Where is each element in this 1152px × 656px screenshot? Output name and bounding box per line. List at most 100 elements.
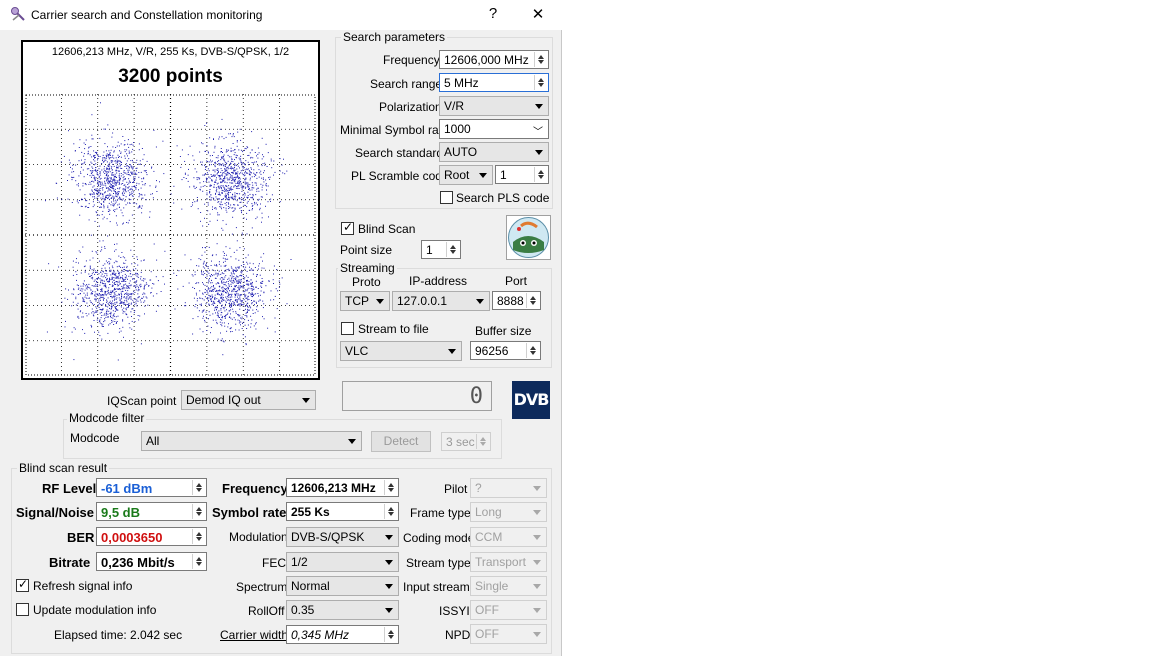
coding-mode-label: Coding mode bbox=[403, 531, 475, 545]
pilot-label: Pilot bbox=[444, 482, 468, 496]
rolloff-select[interactable]: 0.35 bbox=[286, 600, 399, 620]
chevron-down-icon bbox=[533, 510, 541, 515]
chevron-down-icon bbox=[476, 299, 484, 304]
chevron-down-icon bbox=[385, 584, 393, 589]
rf-level-value: -61 dBm bbox=[96, 478, 207, 497]
point-size-input[interactable]: 1 bbox=[421, 240, 461, 259]
chevron-down-icon bbox=[448, 349, 456, 354]
npd-label: NPD bbox=[445, 628, 471, 642]
modulation-select[interactable]: DVB-S/QPSK bbox=[286, 527, 399, 547]
satellite-app-icon bbox=[11, 7, 25, 21]
result-frequency-label: Frequency bbox=[222, 481, 288, 496]
issyi-select[interactable]: OFF bbox=[470, 600, 547, 620]
fec-select[interactable]: 1/2 bbox=[286, 552, 399, 572]
search-parameters-title: Search parameters bbox=[341, 30, 448, 44]
ber-value: 0,0003650 bbox=[96, 527, 207, 546]
chevron-down-icon bbox=[535, 150, 543, 155]
lcd-display: 0 bbox=[342, 381, 492, 411]
modcode-label: Modcode bbox=[70, 431, 120, 445]
port-label: Port bbox=[505, 274, 528, 288]
rf-level-label: RF Level bbox=[42, 481, 97, 496]
title-bar: Carrier search and Constellation monitor… bbox=[0, 0, 562, 30]
chevron-down-icon bbox=[302, 398, 310, 403]
bitrate-label: Bitrate bbox=[49, 555, 91, 570]
proto-label: Proto bbox=[352, 275, 381, 289]
ber-label: BER bbox=[67, 530, 95, 545]
search-standard-select[interactable]: AUTO bbox=[439, 142, 549, 162]
spectrum-select[interactable]: Normal bbox=[286, 576, 399, 596]
player-select[interactable]: VLC bbox=[340, 341, 462, 361]
input-stream-select[interactable]: Single bbox=[470, 576, 547, 596]
chevron-down-icon bbox=[533, 584, 541, 589]
min-symbol-rate-label: Minimal Symbol rate bbox=[340, 123, 449, 137]
search-range-input[interactable]: 5 MHz bbox=[439, 73, 549, 92]
chevron-down-icon bbox=[533, 632, 541, 637]
symbol-rate-label: Symbol rate bbox=[212, 505, 287, 520]
main-window: Carrier search and Constellation monitor… bbox=[0, 0, 562, 656]
carrier-width-link[interactable]: Carrier width bbox=[220, 628, 288, 642]
frequency-input[interactable]: 12606,000 MHz bbox=[439, 50, 549, 69]
refresh-signal-checkbox[interactable] bbox=[16, 577, 29, 592]
chevron-down-icon bbox=[533, 535, 541, 540]
logo-icon bbox=[508, 217, 549, 258]
rolloff-label: RollOff bbox=[248, 604, 285, 618]
stream-type-select[interactable]: Transport bbox=[470, 552, 547, 572]
coding-mode-select[interactable]: CCM bbox=[470, 527, 547, 547]
update-modulation-label: Update modulation info bbox=[33, 603, 157, 617]
modcode-select[interactable]: All bbox=[141, 431, 362, 451]
chevron-down-icon bbox=[535, 104, 543, 109]
chevron-down-icon bbox=[533, 560, 541, 565]
modulation-label: Modulation bbox=[229, 530, 288, 544]
help-button[interactable]: ? bbox=[481, 5, 505, 22]
refresh-signal-label: Refresh signal info bbox=[33, 579, 133, 593]
chevron-down-icon bbox=[348, 439, 356, 444]
snr-label: Signal/Noise bbox=[16, 505, 95, 520]
frame-type-label: Frame type bbox=[410, 506, 471, 520]
constellation-panel: 12606,213 MHz, V/R, 255 Ks, DVB-S/QPSK, … bbox=[21, 40, 320, 380]
snr-value: 9,5 dB bbox=[96, 502, 207, 521]
polarization-select[interactable]: V/R bbox=[439, 96, 549, 116]
chevron-down-icon: ﹀ bbox=[533, 127, 543, 138]
pilot-select[interactable]: ? bbox=[470, 478, 547, 498]
search-pls-checkbox[interactable] bbox=[440, 191, 453, 204]
carrier-width-value: 0,345 MHz bbox=[286, 625, 399, 644]
proto-select[interactable]: TCP bbox=[340, 291, 390, 311]
chevron-down-icon bbox=[385, 535, 393, 540]
points-count: 3200 points bbox=[118, 66, 223, 87]
npd-select[interactable]: OFF bbox=[470, 624, 547, 644]
chevron-down-icon bbox=[385, 560, 393, 565]
detect-button[interactable]: Detect bbox=[371, 431, 431, 452]
iqscan-label: IQScan point bbox=[107, 394, 177, 408]
symbol-rate-value: 255 Ks bbox=[286, 502, 399, 521]
close-button[interactable]: ✕ bbox=[526, 5, 550, 23]
avatar[interactable] bbox=[506, 215, 551, 260]
pl-scramble-mode-select[interactable]: Root bbox=[439, 165, 493, 185]
input-stream-label: Input stream bbox=[403, 580, 470, 594]
frame-type-select[interactable]: Long bbox=[470, 502, 547, 522]
modcode-filter-title: Modcode filter bbox=[67, 411, 147, 425]
buffer-size-label: Buffer size bbox=[475, 324, 532, 338]
min-symbol-rate-select[interactable]: 1000 ﹀ bbox=[439, 119, 549, 139]
iqscan-select[interactable]: Demod IQ out bbox=[181, 390, 316, 410]
ip-address-select[interactable]: 127.0.0.1 bbox=[392, 291, 490, 311]
pl-scramble-code-input[interactable]: 1 bbox=[495, 165, 549, 184]
stream-type-label: Stream type bbox=[406, 556, 471, 570]
constellation-plot bbox=[25, 94, 316, 376]
dvb-logo: DVB bbox=[512, 381, 550, 419]
port-input[interactable]: 8888 bbox=[492, 291, 541, 310]
elapsed-time: Elapsed time: 2.042 sec bbox=[54, 628, 183, 642]
blind-scan-label: Blind Scan bbox=[358, 222, 416, 236]
carrier-info-text: 12606,213 MHz, V/R, 255 Ks, DVB-S/QPSK, … bbox=[51, 46, 290, 58]
point-size-label: Point size bbox=[340, 243, 393, 257]
chevron-down-icon bbox=[479, 173, 487, 178]
bitrate-value: 0,236 Mbit/s bbox=[96, 552, 207, 571]
update-modulation-checkbox[interactable] bbox=[16, 603, 29, 616]
buffer-size-input[interactable]: 96256 bbox=[470, 341, 541, 360]
blind-scan-checkbox[interactable] bbox=[341, 220, 354, 235]
spectrum-label: Spectrum bbox=[236, 580, 288, 594]
stream-to-file-checkbox[interactable] bbox=[341, 322, 354, 335]
pl-scramble-label: PL Scramble code bbox=[351, 169, 449, 183]
chevron-down-icon bbox=[533, 486, 541, 491]
detect-timeout-input[interactable]: 3 sec bbox=[441, 432, 491, 451]
lcd-value: 0 bbox=[469, 384, 483, 409]
